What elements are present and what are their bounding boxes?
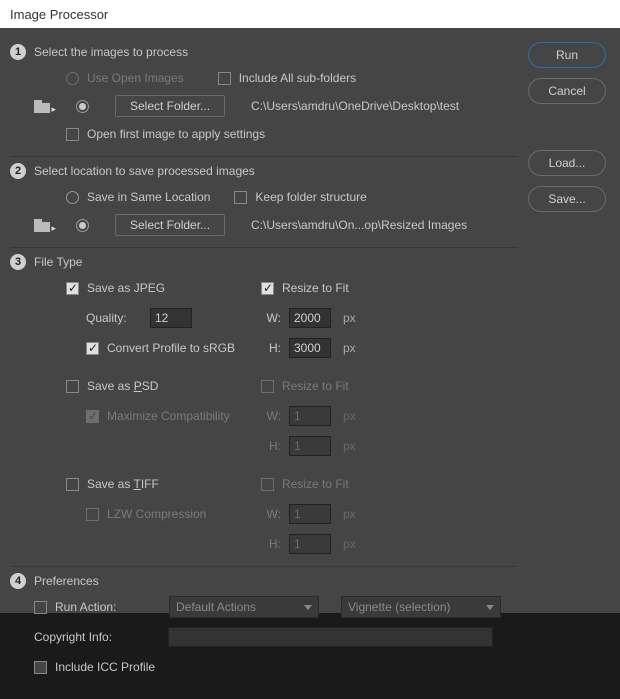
tiff-w-unit: px [343, 507, 356, 521]
save-select-folder-radio[interactable] [76, 219, 89, 232]
include-subfolders-label: Include All sub-folders [239, 71, 356, 85]
use-open-images-radio [66, 72, 79, 85]
run-action-checkbox[interactable] [34, 601, 47, 614]
save-as-psd-checkbox[interactable] [66, 380, 79, 393]
step-2-badge: 2 [10, 163, 26, 179]
save-same-location-label: Save in Same Location [87, 190, 210, 204]
jpeg-h-unit: px [343, 341, 356, 355]
cancel-button[interactable]: Cancel [528, 78, 606, 104]
section-3-title: File Type [34, 255, 82, 269]
dest-path: C:\Users\amdru\On...op\Resized Images [251, 218, 467, 232]
lzw-label: LZW Compression [107, 507, 206, 521]
keep-folder-structure-checkbox[interactable] [234, 191, 247, 204]
maximize-compat-label: Maximize Compatibility [107, 409, 230, 423]
jpeg-resize-checkbox[interactable] [261, 282, 274, 295]
section-save-location: 2 Select location to save processed imag… [10, 157, 518, 248]
include-subfolders-checkbox[interactable] [218, 72, 231, 85]
psd-w-label: W: [261, 409, 281, 423]
psd-height-input [289, 436, 331, 456]
jpeg-height-input[interactable] [289, 338, 331, 358]
title-bar[interactable]: Image Processor [0, 0, 620, 28]
section-file-type: 3 File Type Save as JPEG Quality: [10, 248, 518, 567]
quality-label: Quality: [86, 311, 142, 325]
jpeg-w-label: W: [261, 311, 281, 325]
jpeg-w-unit: px [343, 311, 356, 325]
jpeg-resize-label: Resize to Fit [282, 281, 349, 295]
image-processor-window: Image Processor 1 Select the images to p… [0, 0, 620, 613]
step-3-badge: 3 [10, 254, 26, 270]
tiff-w-label: W: [261, 507, 281, 521]
include-icc-checkbox[interactable] [34, 661, 47, 674]
copyright-input[interactable] [168, 627, 493, 647]
psd-w-unit: px [343, 409, 356, 423]
step-4-badge: 4 [10, 573, 26, 589]
run-button[interactable]: Run [528, 42, 606, 68]
section-4-title: Preferences [34, 574, 99, 588]
save-as-psd-label: Save as PSD [87, 379, 158, 393]
convert-srgb-checkbox[interactable] [86, 342, 99, 355]
select-folder-radio[interactable] [76, 100, 89, 113]
tiff-height-input [289, 534, 331, 554]
open-first-image-checkbox[interactable] [66, 128, 79, 141]
maximize-compat-checkbox [86, 410, 99, 423]
keep-folder-structure-label: Keep folder structure [255, 190, 366, 204]
include-icc-label: Include ICC Profile [55, 660, 155, 674]
psd-width-input [289, 406, 331, 426]
psd-h-unit: px [343, 439, 356, 453]
use-open-images-label: Use Open Images [87, 71, 184, 85]
select-source-folder-button[interactable]: Select Folder... [115, 95, 225, 117]
save-as-tiff-label: Save as TIFF [87, 477, 159, 491]
open-first-image-label: Open first image to apply settings [87, 127, 265, 141]
convert-srgb-label: Convert Profile to sRGB [107, 341, 235, 355]
action-select[interactable]: Vignette (selection) [341, 596, 501, 618]
save-button[interactable]: Save... [528, 186, 606, 212]
tiff-h-unit: px [343, 537, 356, 551]
tiff-h-label: H: [261, 537, 281, 551]
save-as-jpeg-label: Save as JPEG [87, 281, 165, 295]
jpeg-h-label: H: [261, 341, 281, 355]
tiff-resize-checkbox [261, 478, 274, 491]
jpeg-width-input[interactable] [289, 308, 331, 328]
folder-icon: ▸ [34, 99, 54, 113]
source-path: C:\Users\amdru\OneDrive\Desktop\test [251, 99, 459, 113]
save-as-jpeg-checkbox[interactable] [66, 282, 79, 295]
copyright-label: Copyright Info: [34, 630, 160, 644]
psd-resize-label: Resize to Fit [282, 379, 349, 393]
section-2-title: Select location to save processed images [34, 164, 255, 178]
section-select-images: 1 Select the images to process Use Open … [10, 38, 518, 157]
save-same-location-radio[interactable] [66, 191, 79, 204]
section-1-title: Select the images to process [34, 45, 188, 59]
run-action-label: Run Action: [55, 600, 161, 614]
tiff-resize-label: Resize to Fit [282, 477, 349, 491]
select-dest-folder-button[interactable]: Select Folder... [115, 214, 225, 236]
save-as-tiff-checkbox[interactable] [66, 478, 79, 491]
lzw-checkbox [86, 508, 99, 521]
action-set-select[interactable]: Default Actions [169, 596, 319, 618]
step-1-badge: 1 [10, 44, 26, 60]
psd-h-label: H: [261, 439, 281, 453]
tiff-width-input [289, 504, 331, 524]
psd-resize-checkbox [261, 380, 274, 393]
section-preferences: 4 Preferences Run Action: Default Action… [10, 567, 518, 689]
window-title: Image Processor [10, 7, 108, 22]
quality-input[interactable] [150, 308, 192, 328]
folder-out-icon: ▸ [34, 218, 54, 232]
load-button[interactable]: Load... [528, 150, 606, 176]
